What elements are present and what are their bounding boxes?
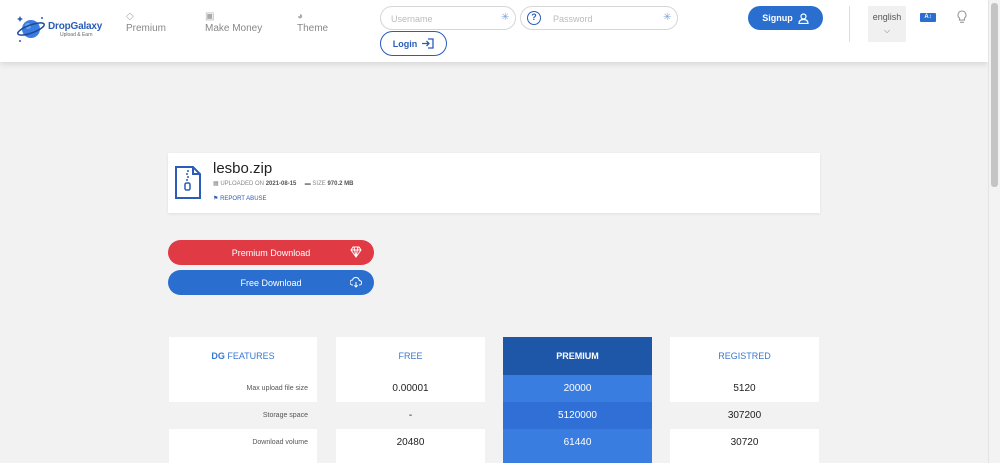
diamond-icon	[350, 246, 362, 258]
file-meta: ▦ UPLOADED ON 2021-08-15 ▬ SIZE 970.2 MB	[213, 180, 353, 187]
username-field-wrap: ✳	[380, 6, 516, 30]
nav-make-money[interactable]: ▣ Make Money	[205, 10, 265, 36]
plan-header-free: FREE	[398, 351, 423, 361]
plan-column-registered: REGISTRED 5120 307200 30720	[670, 337, 819, 463]
plan-value: 0.00001	[392, 383, 429, 394]
features-header: DG FEATURES	[169, 337, 317, 375]
chevron-down-icon: ⌵	[883, 26, 891, 35]
size-value: 970.2 MB	[327, 181, 354, 187]
file-info-card: lesbo.zip ▦ UPLOADED ON 2021-08-15 ▬ SIZ…	[168, 153, 820, 213]
plan-value: 30720	[730, 437, 759, 448]
feature-label: Download volume	[252, 439, 308, 446]
premium-download-label: Premium Download	[231, 247, 311, 258]
user-icon	[798, 12, 809, 24]
uploaded-date: 2021-08-15	[265, 181, 297, 187]
uploaded-label: UPLOADED ON	[220, 181, 265, 187]
password-field-wrap: ? ✳	[520, 6, 678, 30]
feature-label: Max upload file size	[246, 385, 308, 392]
plan-header-registered: REGISTRED	[718, 351, 771, 361]
wallet-icon: ▣	[205, 11, 215, 22]
plan-value: 5120	[733, 383, 756, 394]
nav-premium[interactable]: ◇ Premium	[126, 10, 166, 36]
nav-theme[interactable]: ◕ Theme	[297, 10, 328, 36]
logo-tagline: Upload & Earn	[60, 31, 93, 38]
zip-file-icon	[175, 166, 201, 199]
features-header-bold: DG	[211, 351, 225, 361]
calendar-icon: ▦	[213, 181, 219, 187]
diamond-icon: ◇	[126, 11, 134, 22]
username-input[interactable]	[391, 12, 491, 25]
sparkle-icon: ✳	[501, 12, 510, 23]
login-icon	[422, 38, 434, 49]
scrollbar-thumb[interactable]	[991, 3, 998, 187]
flag-icon: ⚑	[213, 196, 219, 202]
planet-logo-icon	[17, 16, 45, 42]
feature-label: Storage space	[169, 402, 317, 429]
features-header-rest: FEATURES	[224, 351, 275, 361]
plan-column-premium: PREMIUM 20000 5120000 61440	[503, 337, 652, 463]
drive-icon: ▬	[304, 181, 311, 187]
login-label: Login	[392, 38, 418, 49]
free-download-button[interactable]: Free Download	[168, 270, 374, 295]
plan-value: 20000	[503, 375, 652, 402]
password-input[interactable]	[553, 12, 653, 25]
nav-theme-label: Theme	[297, 23, 329, 34]
cloud-download-icon	[350, 277, 362, 288]
login-button[interactable]: Login	[380, 31, 447, 56]
plan-column-free: FREE 0.00001 - 20480	[336, 337, 485, 463]
palette-icon: ◕	[297, 11, 304, 22]
header-divider	[849, 6, 850, 42]
free-download-label: Free Download	[240, 277, 302, 288]
report-abuse-link[interactable]: ⚑ REPORT ABUSE	[213, 195, 267, 202]
signup-button[interactable]: Signup	[748, 6, 823, 30]
language-select[interactable]: english ⌵	[868, 6, 906, 42]
report-abuse-label: REPORT ABUSE	[220, 196, 267, 202]
size-label: SIZE	[312, 181, 326, 187]
plan-header-premium: PREMIUM	[503, 337, 652, 375]
plan-value: 20480	[396, 437, 425, 448]
nav-make-money-label: Make Money	[205, 23, 263, 34]
plan-value: 307200	[670, 402, 819, 429]
translate-badge-text: A	[924, 14, 929, 20]
logo[interactable]: DropGalaxy Upload & Earn	[16, 12, 102, 46]
file-name: lesbo.zip	[213, 160, 273, 177]
plan-value: 61440	[503, 429, 652, 456]
language-value: english	[872, 12, 902, 22]
premium-download-button[interactable]: Premium Download	[168, 240, 374, 265]
page-scrollbar[interactable]	[988, 0, 1000, 463]
features-column: DG FEATURES Max upload file size Storage…	[169, 337, 317, 463]
lightbulb-icon[interactable]	[956, 10, 968, 24]
signup-label: Signup	[762, 13, 793, 23]
plan-value: -	[336, 402, 485, 429]
translate-icon[interactable]: A↕	[920, 13, 936, 22]
logo-name: DropGalaxy	[48, 20, 103, 32]
help-icon[interactable]: ?	[527, 11, 541, 25]
nav-premium-label: Premium	[126, 23, 167, 34]
sparkle-icon: ✳	[663, 12, 672, 23]
plan-value: 5120000	[503, 402, 652, 429]
top-header: DropGalaxy Upload & Earn ◇ Premium ▣ Mak…	[0, 0, 988, 62]
